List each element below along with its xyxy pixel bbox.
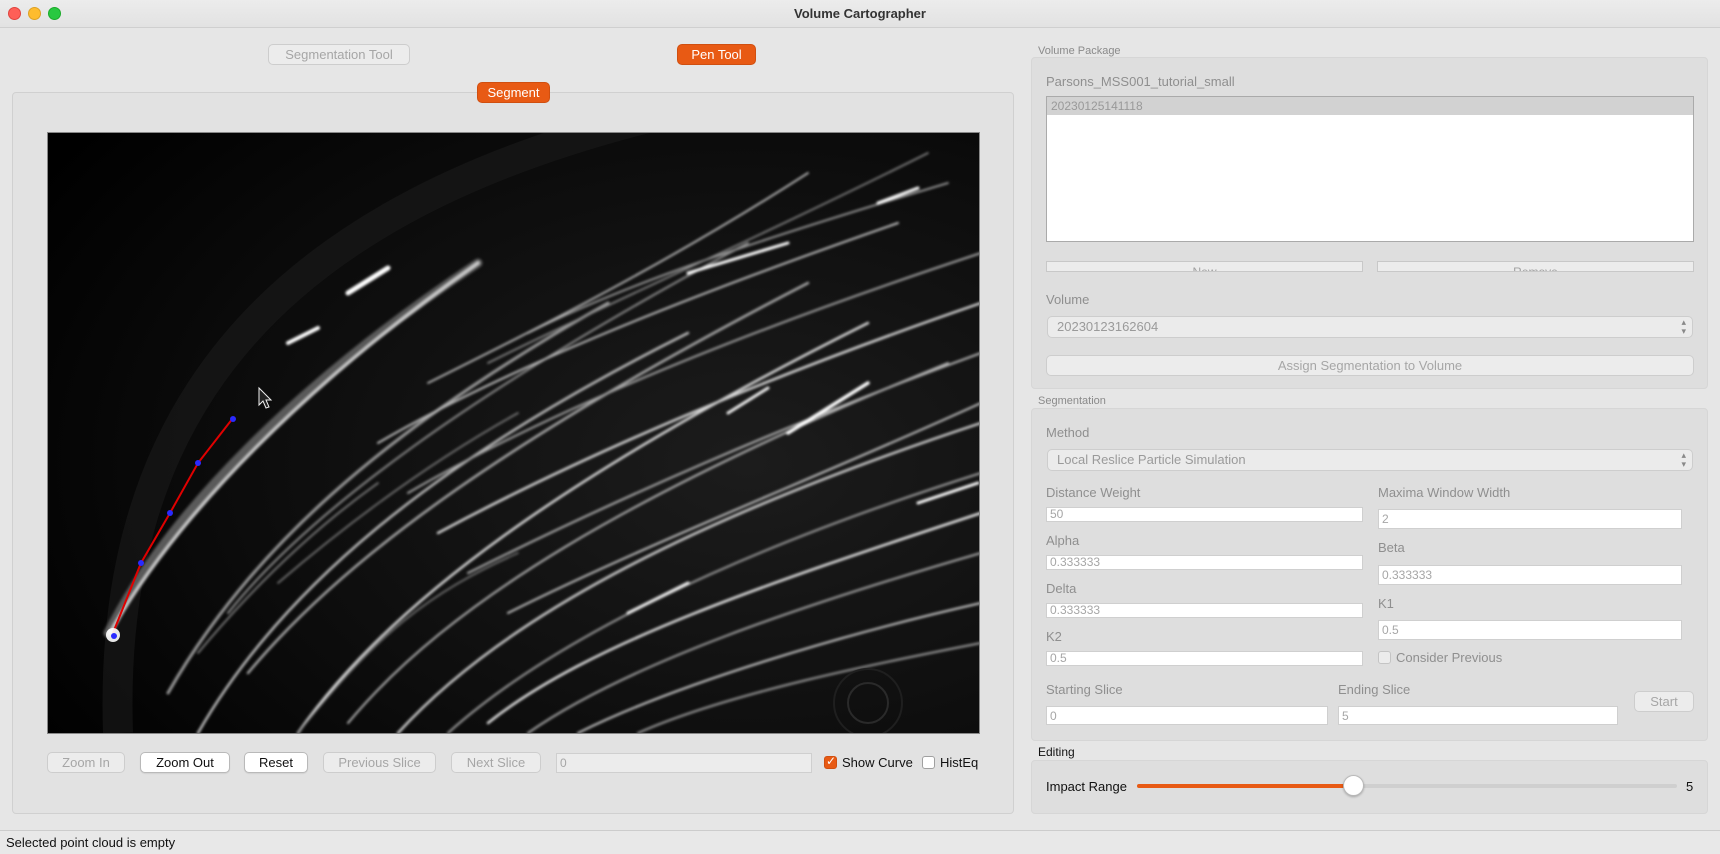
distance-weight-label: Distance Weight <box>1046 485 1141 500</box>
previous-slice-button[interactable]: Previous Slice <box>323 752 436 773</box>
slice-viewer[interactable] <box>47 132 980 734</box>
assign-segmentation-button[interactable]: Assign Segmentation to Volume <box>1046 355 1694 376</box>
alpha-input[interactable]: 0.333333 <box>1046 555 1363 570</box>
show-curve-label: Show Curve <box>842 755 913 770</box>
ending-slice-label: Ending Slice <box>1338 682 1411 697</box>
maxima-window-width-label: Maxima Window Width <box>1378 485 1511 500</box>
volume-select-value: 20230123162604 <box>1057 319 1159 334</box>
editing-group-label: Editing <box>1038 745 1075 759</box>
list-item[interactable]: 20230125141118 <box>1047 97 1693 115</box>
show-curve-checkbox-box[interactable] <box>824 754 837 769</box>
histeq-checkbox-box[interactable] <box>922 756 935 769</box>
beta-input[interactable]: 0.333333 <box>1378 565 1682 585</box>
delta-label: Delta <box>1046 581 1077 596</box>
reset-button[interactable]: Reset <box>244 752 308 773</box>
distance-weight-input[interactable]: 50 <box>1046 507 1363 522</box>
ending-slice-input[interactable]: 5 <box>1338 706 1618 725</box>
slice-image <box>48 133 979 733</box>
k2-label: K2 <box>1046 629 1062 644</box>
method-select-value: Local Reslice Particle Simulation <box>1057 452 1246 467</box>
show-curve-checkbox[interactable]: Show Curve <box>824 754 913 770</box>
new-segmentation-button[interactable]: New <box>1046 261 1363 272</box>
impact-range-slider-fill <box>1137 784 1353 788</box>
k2-input[interactable]: 0.5 <box>1046 651 1363 666</box>
window-title: Volume Cartographer <box>794 6 926 21</box>
slice-number-input[interactable]: 0 <box>556 753 812 773</box>
impact-range-slider-thumb[interactable] <box>1343 775 1364 796</box>
consider-previous-label: Consider Previous <box>1396 650 1503 665</box>
method-label: Method <box>1046 425 1090 440</box>
title-bar: Volume Cartographer <box>0 0 1720 28</box>
starting-slice-input[interactable]: 0 <box>1046 706 1328 725</box>
pen-tool-button[interactable]: Pen Tool <box>677 44 756 65</box>
impact-range-value: 5 <box>1686 779 1694 794</box>
status-bar: Selected point cloud is empty <box>0 830 1720 854</box>
start-button[interactable]: Start <box>1634 691 1694 712</box>
k1-input[interactable]: 0.5 <box>1378 620 1682 640</box>
next-slice-button[interactable]: Next Slice <box>451 752 541 773</box>
select-arrows-icon: ▴ ▾ <box>1681 450 1686 469</box>
volume-package-name: Parsons_MSS001_tutorial_small <box>1046 74 1235 89</box>
consider-previous-checkbox-box[interactable] <box>1378 651 1391 664</box>
impact-range-slider[interactable] <box>1137 784 1677 788</box>
status-message: Selected point cloud is empty <box>6 835 176 850</box>
impact-range-label: Impact Range <box>1046 779 1127 794</box>
histeq-label: HistEq <box>940 755 979 770</box>
delta-input[interactable]: 0.333333 <box>1046 603 1363 618</box>
consider-previous-checkbox[interactable]: Consider Previous <box>1378 650 1502 665</box>
remove-segmentation-button[interactable]: Remove <box>1377 261 1694 272</box>
volume-package-group-label: Volume Package <box>1038 45 1121 57</box>
segmentation-group-label: Segmentation <box>1038 395 1106 407</box>
starting-slice-label: Starting Slice <box>1046 682 1123 697</box>
volume-label: Volume <box>1046 292 1090 307</box>
segmentation-tool-button[interactable]: Segmentation Tool <box>268 44 410 65</box>
method-select[interactable]: Local Reslice Particle Simulation ▴ ▾ <box>1047 449 1693 471</box>
beta-label: Beta <box>1378 540 1405 555</box>
select-arrows-icon: ▴ ▾ <box>1681 317 1686 336</box>
zoom-in-button[interactable]: Zoom In <box>47 752 125 773</box>
k1-label: K1 <box>1378 596 1394 611</box>
alpha-label: Alpha <box>1046 533 1080 548</box>
zoom-out-button[interactable]: Zoom Out <box>140 752 230 773</box>
segmentation-list[interactable]: 20230125141118 <box>1046 96 1694 242</box>
segment-tab[interactable]: Segment <box>477 82 550 103</box>
maxima-window-width-input[interactable]: 2 <box>1378 509 1682 529</box>
histeq-checkbox[interactable]: HistEq <box>922 755 978 770</box>
volume-select[interactable]: 20230123162604 ▴ ▾ <box>1047 316 1693 338</box>
